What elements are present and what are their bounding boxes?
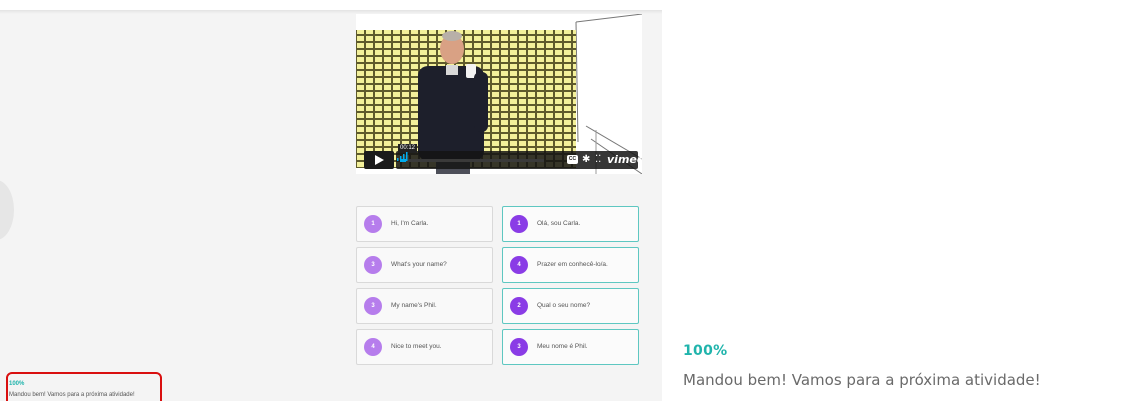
card-text: Hi, I'm Carla. bbox=[391, 220, 429, 227]
gear-icon[interactable]: ✱ bbox=[582, 153, 590, 167]
card-number-badge: 2 bbox=[510, 297, 528, 315]
card-number-badge: 3 bbox=[364, 297, 382, 315]
card-text: Prazer em conhecê-lo/a. bbox=[537, 261, 608, 268]
feedback-highlight-box bbox=[6, 372, 162, 401]
side-scroll-handle[interactable] bbox=[0, 180, 14, 240]
right-card-4[interactable]: 3 Meu nome é Phil. bbox=[502, 329, 639, 365]
card-number-badge: 1 bbox=[510, 215, 528, 233]
zoomed-score-percent: 100% bbox=[683, 343, 728, 359]
card-number-badge: 4 bbox=[510, 256, 528, 274]
play-button[interactable] bbox=[364, 151, 394, 169]
control-bar: 00:12 CC ✱ ⁚⁚ vimeo bbox=[396, 144, 642, 169]
video-player[interactable]: 00:12 CC ✱ ⁚⁚ vimeo bbox=[356, 14, 642, 174]
card-text: What's your name? bbox=[391, 261, 447, 268]
left-card-2[interactable]: 3 What's your name? bbox=[356, 247, 493, 283]
right-card-1[interactable]: 1 Olá, sou Carla. bbox=[502, 206, 639, 242]
card-text: Meu nome é Phil. bbox=[537, 343, 588, 350]
card-number-badge: 1 bbox=[364, 215, 382, 233]
card-number-badge: 4 bbox=[364, 338, 382, 356]
card-number-badge: 3 bbox=[510, 338, 528, 356]
captions-icon[interactable]: CC bbox=[567, 155, 578, 164]
zoomed-feedback-message: Mandou bem! Vamos para a próxima ativida… bbox=[683, 371, 1041, 389]
volume-icon[interactable] bbox=[396, 151, 410, 161]
card-number-badge: 3 bbox=[364, 256, 382, 274]
video-controls: 00:12 CC ✱ ⁚⁚ vimeo bbox=[360, 144, 642, 169]
top-strip bbox=[0, 0, 662, 10]
card-text: Nice to meet you. bbox=[391, 343, 442, 350]
right-card-3[interactable]: 2 Qual o seu nome? bbox=[502, 288, 639, 324]
left-card-4[interactable]: 4 Nice to meet you. bbox=[356, 329, 493, 365]
activity-screenshot: 00:12 CC ✱ ⁚⁚ vimeo 1 Hi, I'm Carla. 3 W… bbox=[0, 0, 662, 401]
right-card-2[interactable]: 4 Prazer em conhecê-lo/a. bbox=[502, 247, 639, 283]
card-text: Qual o seu nome? bbox=[537, 302, 591, 309]
progress-bar[interactable] bbox=[400, 159, 544, 162]
card-text: My name's Phil. bbox=[391, 302, 437, 309]
left-card-3[interactable]: 3 My name's Phil. bbox=[356, 288, 493, 324]
fullscreen-icon[interactable]: ⁚⁚ bbox=[595, 153, 601, 167]
vimeo-logo[interactable]: vimeo bbox=[607, 153, 642, 167]
left-card-1[interactable]: 1 Hi, I'm Carla. bbox=[356, 206, 493, 242]
card-text: Olá, sou Carla. bbox=[537, 220, 581, 227]
